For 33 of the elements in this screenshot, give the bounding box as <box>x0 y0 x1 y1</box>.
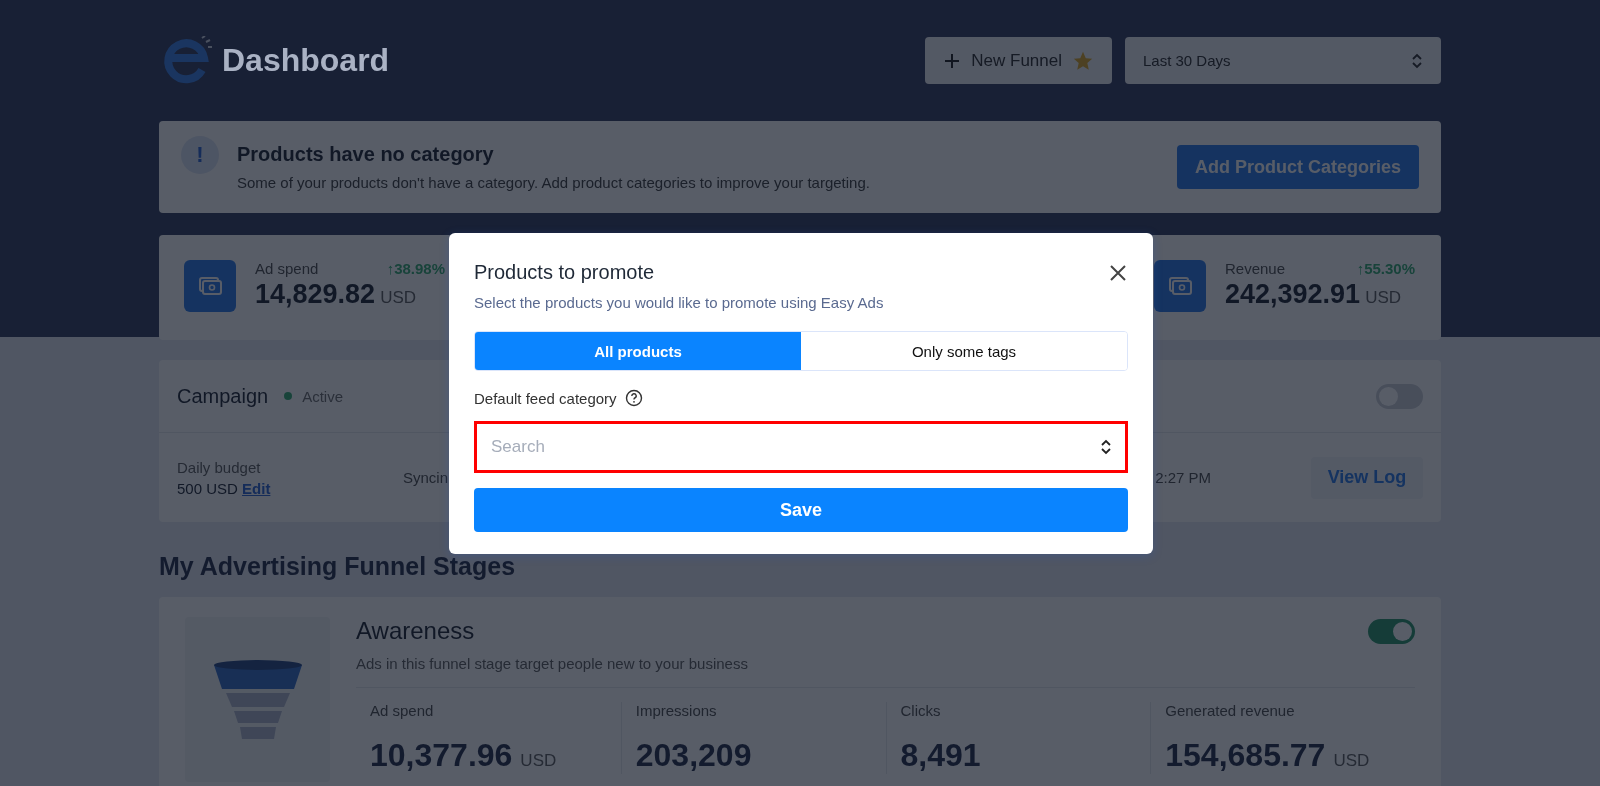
page-title: Dashboard <box>222 42 390 79</box>
field-label: Default feed category <box>474 389 617 407</box>
metric-value: 203,209 <box>635 737 752 774</box>
metric-label: Generated revenue <box>1165 702 1296 719</box>
section-title: My Advertising Funnel Stages <box>159 552 517 581</box>
stat-label: Revenue <box>1225 260 1286 277</box>
campaign-title: Campaign <box>177 384 269 408</box>
metric-label: Ad spend <box>370 702 435 719</box>
metric-value: 8,491 <box>900 737 981 774</box>
stat-change: ↑55.30% <box>1356 260 1415 277</box>
metric-value: 154,685.77 <box>1165 737 1326 774</box>
close-button[interactable] <box>1108 262 1128 283</box>
stat-value: 242,392.91 <box>1225 279 1361 310</box>
segment-tab[interactable]: All products <box>475 332 801 370</box>
metric-label: Impressions <box>635 702 718 719</box>
chevron-updown-icon <box>1100 439 1112 455</box>
sync-text: Syncin <box>403 469 449 486</box>
stat-value: 14,829.82 <box>255 279 376 310</box>
alert-title: Products have no category <box>237 143 495 166</box>
metric-label: Clicks <box>900 702 942 719</box>
stage-title: Awareness <box>356 617 475 645</box>
modal-subtitle: Select the products you would like to promote using Easy Ads <box>474 294 885 311</box>
stat-change: ↑38.98% <box>386 260 445 277</box>
search-field[interactable]: Search <box>474 421 1128 473</box>
alert-message: Some of your products don't have a category. Add product categories to improve your targeting. <box>237 174 871 191</box>
sync-time: 2:27 PM <box>1155 469 1211 486</box>
stat-label: Ad spend <box>255 260 319 277</box>
metric-value: 10,377.96 <box>370 737 513 774</box>
budget-value: 500 USD <box>177 479 238 497</box>
help-icon <box>624 389 643 407</box>
save-button[interactable]: Save <box>474 488 1128 532</box>
modal-title: Products to promote <box>474 261 655 284</box>
edit-link[interactable]: Edit <box>242 479 271 497</box>
